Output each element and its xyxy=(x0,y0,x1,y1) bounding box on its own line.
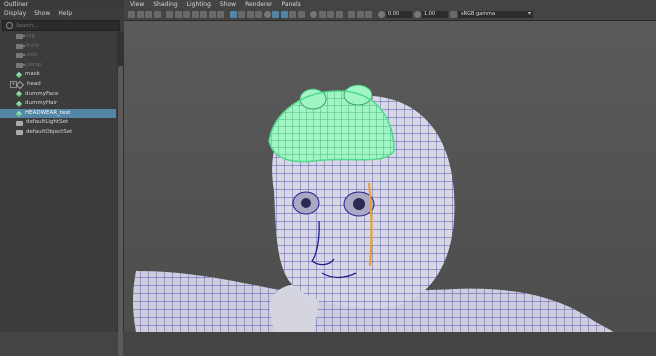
mesh-icon xyxy=(15,110,23,117)
viewport-menu-bar: View Shading Lighting Show Renderer Pane… xyxy=(124,0,656,9)
outliner-item-label: dummyHair xyxy=(25,100,58,107)
outliner-item-label: dummyFace xyxy=(25,90,59,97)
camera-attributes-icon[interactable] xyxy=(136,11,144,18)
search-input[interactable] xyxy=(13,21,96,30)
outliner-item[interactable]: + head xyxy=(0,80,116,90)
menu-show[interactable]: Show xyxy=(34,9,50,18)
outliner-item-label: persp xyxy=(26,61,42,68)
mesh-icon xyxy=(15,100,23,108)
image-plane-icon[interactable] xyxy=(153,11,161,18)
menu-display[interactable]: Display xyxy=(4,9,26,18)
outliner-item-label: head xyxy=(27,80,41,87)
set-icon xyxy=(16,120,23,126)
camera-icon xyxy=(16,43,25,49)
grid-icon[interactable] xyxy=(166,11,173,18)
menu-renderer[interactable]: Renderer xyxy=(245,0,272,9)
outliner-item[interactable]: front xyxy=(0,42,116,52)
outliner-scrollbar[interactable] xyxy=(117,32,124,356)
outliner-item-label: defaultObjectSet xyxy=(26,128,73,135)
gamma-icon xyxy=(413,11,421,18)
color-space-dropdown[interactable]: sRGB gamma xyxy=(458,10,533,18)
xray-icon[interactable] xyxy=(280,11,288,18)
character-wireframe-render xyxy=(133,84,614,332)
outliner-title: Outliner xyxy=(0,0,124,9)
select-camera-icon[interactable] xyxy=(128,11,135,18)
search-icon xyxy=(6,22,13,29)
use-default-material-icon[interactable] xyxy=(365,11,372,18)
gamma-field[interactable]: 1.00 xyxy=(422,11,448,18)
outliner-item-label: top xyxy=(26,33,36,39)
color-management-icon[interactable] xyxy=(449,11,457,18)
textured-icon[interactable] xyxy=(255,11,262,18)
viewport-toolbar: 0.00 1.00 sRGB gamma xyxy=(124,9,656,21)
outliner-item-label: HEADWEAR_test xyxy=(25,109,71,116)
wireframe-icon[interactable] xyxy=(229,11,237,18)
antialias-icon[interactable] xyxy=(327,11,334,18)
isolate-select-icon[interactable] xyxy=(348,11,355,18)
camera-icon xyxy=(16,34,25,40)
xray-active-icon[interactable] xyxy=(356,11,364,18)
xray-joints-icon[interactable] xyxy=(289,11,296,18)
gate-mask-icon[interactable] xyxy=(191,11,199,18)
depth-of-field-icon[interactable] xyxy=(335,11,343,18)
outliner-search[interactable] xyxy=(2,20,120,31)
outliner-item[interactable]: dummyHair xyxy=(0,99,116,109)
outliner-item-label: side xyxy=(26,52,38,59)
backface-icon[interactable] xyxy=(297,11,305,18)
shadows-icon[interactable] xyxy=(310,11,317,18)
group-icon xyxy=(16,80,24,89)
bookmark-icon[interactable] xyxy=(145,11,152,18)
mesh-icon xyxy=(15,91,23,98)
menu-help[interactable]: Help xyxy=(58,9,72,18)
viewport-panel: View Shading Lighting Show Renderer Pane… xyxy=(124,0,656,332)
outliner-item-label: mask xyxy=(25,71,40,78)
smooth-shade-icon[interactable] xyxy=(238,11,245,18)
outliner-menu-bar: Display Show Help xyxy=(0,9,124,18)
camera-icon xyxy=(16,53,25,59)
outliner-item[interactable]: HEADWEAR_test xyxy=(0,108,116,119)
headwear-mesh xyxy=(268,84,395,163)
outliner-item[interactable]: top xyxy=(0,32,116,42)
menu-lighting[interactable]: Lighting xyxy=(187,0,211,9)
menu-shading[interactable]: Shading xyxy=(153,0,177,9)
safe-action-icon[interactable] xyxy=(208,11,216,18)
outliner-panel: Outliner Display Show Help top front side p… xyxy=(0,0,125,356)
outliner-item[interactable]: mask xyxy=(0,70,116,80)
mesh-icon xyxy=(15,71,23,79)
outliner-item-label: front xyxy=(26,42,40,49)
outliner-list: top front side persp mask + head dummyFace dummy… xyxy=(0,32,116,332)
ambient-occlusion-icon[interactable] xyxy=(318,11,326,18)
outliner-item[interactable]: defaultObjectSet xyxy=(0,128,116,138)
lights-icon[interactable] xyxy=(263,11,271,18)
camera-icon xyxy=(16,63,25,69)
exposure-field[interactable]: 0.00 xyxy=(386,11,412,18)
menu-show-vp[interactable]: Show xyxy=(220,0,236,9)
3d-viewport[interactable] xyxy=(124,21,656,332)
outliner-item-label: defaultLightSet xyxy=(26,119,69,126)
default-material-icon[interactable] xyxy=(246,11,254,18)
safe-title-icon[interactable] xyxy=(217,11,224,18)
outliner-item[interactable]: persp xyxy=(0,61,116,71)
menu-panels[interactable]: Panels xyxy=(281,0,300,9)
menu-view[interactable]: View xyxy=(130,0,144,9)
scroll-thumb[interactable] xyxy=(118,66,123,356)
film-gate-icon[interactable] xyxy=(174,11,182,18)
outliner-item[interactable]: defaultLightSet xyxy=(0,118,116,128)
set-icon xyxy=(16,130,23,136)
exposure-icon xyxy=(377,11,385,18)
resolution-gate-icon[interactable] xyxy=(183,11,190,18)
field-chart-icon[interactable] xyxy=(200,11,207,18)
outliner-item[interactable]: dummyFace xyxy=(0,90,116,100)
outliner-item[interactable]: side xyxy=(0,51,116,61)
wireframe-on-shaded-icon[interactable] xyxy=(272,11,279,18)
